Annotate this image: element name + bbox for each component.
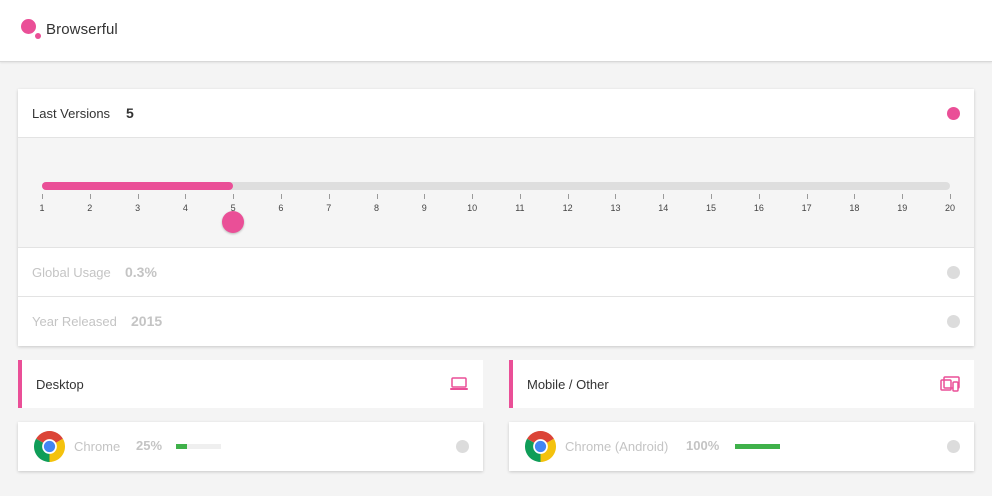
slider-tick [567, 194, 569, 199]
filters-card: Last Versions 5 1 2 3 4 5 6 7 8 9 10 11 12 13 14 15 16 1… [18, 89, 974, 346]
year-released-toggle[interactable] [947, 315, 960, 328]
usage-bar-fill [735, 444, 780, 449]
slider-tick [472, 194, 474, 199]
year-released-row[interactable]: Year Released 2015 [18, 297, 974, 346]
slider-tick-label: 2 [87, 203, 93, 213]
chrome-icon [525, 431, 556, 462]
global-usage-toggle[interactable] [947, 266, 960, 279]
slider-tick [711, 194, 713, 199]
browser-percent: 100% [686, 438, 720, 453]
versions-slider-track[interactable] [42, 182, 950, 190]
browserful-logo-icon[interactable] [21, 19, 43, 41]
versions-slider-panel: 1 2 3 4 5 6 7 8 9 10 11 12 13 14 15 16 17 18 19 20 [18, 138, 974, 248]
laptop-icon [450, 377, 468, 390]
slider-tick-label: 7 [326, 203, 332, 213]
slider-tick-label: 1 [39, 203, 45, 213]
slider-tick [663, 194, 665, 199]
slider-tick [615, 194, 617, 199]
slider-tick-label: 12 [562, 203, 573, 213]
browser-toggle[interactable] [947, 440, 960, 453]
slider-tick [185, 194, 187, 199]
slider-tick-label: 14 [658, 203, 669, 213]
slider-tick [854, 194, 856, 199]
year-released-value: 2015 [131, 313, 163, 329]
logo-small-dot [35, 33, 41, 39]
slider-tick-label: 15 [706, 203, 717, 213]
global-usage-value: 0.3% [125, 264, 157, 280]
usage-bar [735, 444, 780, 449]
browser-name: Chrome [74, 439, 121, 454]
slider-tick-label: 20 [944, 203, 956, 213]
desktop-browser-chrome[interactable]: Chrome 25% [18, 422, 483, 471]
logo-large-dot [21, 19, 36, 34]
slider-tick [806, 194, 808, 199]
slider-tick [328, 194, 330, 199]
last-versions-toggle[interactable] [947, 107, 960, 120]
slider-tick-label: 3 [135, 203, 141, 213]
slider-tick-label: 8 [374, 203, 380, 213]
last-versions-row[interactable]: Last Versions 5 [18, 89, 974, 138]
slider-tick-label: 4 [182, 203, 188, 213]
slider-tick-label: 11 [515, 203, 525, 213]
desktop-section-header: Desktop [18, 360, 483, 408]
slider-tick-label: 18 [849, 203, 860, 213]
mobile-section-header: Mobile / Other [509, 360, 974, 408]
slider-tick [137, 194, 139, 199]
slider-tick [280, 194, 282, 199]
usage-bar [176, 444, 221, 449]
app-title[interactable]: Browserful [46, 21, 118, 38]
slider-tick [424, 194, 426, 199]
slider-tick [376, 194, 378, 199]
last-versions-value: 5 [126, 105, 134, 121]
slider-tick-label: 9 [421, 203, 427, 213]
chrome-icon [34, 431, 65, 462]
mobile-browser-chrome-android[interactable]: Chrome (Android) 100% [509, 422, 974, 471]
slider-tick-label: 16 [753, 203, 764, 213]
slider-tick [519, 194, 521, 199]
versions-slider-ticks: 1 2 3 4 5 6 7 8 9 10 11 12 13 14 15 16 17 18 19 20 [39, 194, 955, 224]
slider-tick-label: 13 [610, 203, 621, 213]
last-versions-label: Last Versions [32, 106, 111, 121]
versions-slider-fill [42, 182, 234, 190]
slider-tick [902, 194, 904, 199]
top-bar: Browserful [0, 0, 992, 62]
slider-tick [758, 194, 760, 199]
slider-tick-label: 10 [467, 203, 478, 213]
slider-tick [42, 194, 43, 199]
mobile-title: Mobile / Other [527, 377, 609, 392]
global-usage-label: Global Usage [32, 265, 111, 280]
global-usage-row[interactable]: Global Usage 0.3% [18, 248, 974, 297]
slider-tick [950, 194, 951, 199]
slider-tick-label: 19 [897, 203, 908, 213]
slider-tick [89, 194, 91, 199]
browser-name: Chrome (Android) [565, 439, 669, 454]
browser-toggle[interactable] [456, 440, 469, 453]
slider-tick [233, 194, 235, 199]
desktop-title: Desktop [36, 377, 84, 392]
versions-slider-thumb[interactable] [222, 211, 245, 233]
browser-percent: 25% [136, 438, 163, 453]
slider-tick-label: 17 [801, 203, 812, 213]
year-released-label: Year Released [32, 314, 117, 329]
devices-icon [940, 376, 960, 392]
usage-bar-fill [176, 444, 188, 449]
slider-tick-label: 6 [278, 203, 284, 213]
